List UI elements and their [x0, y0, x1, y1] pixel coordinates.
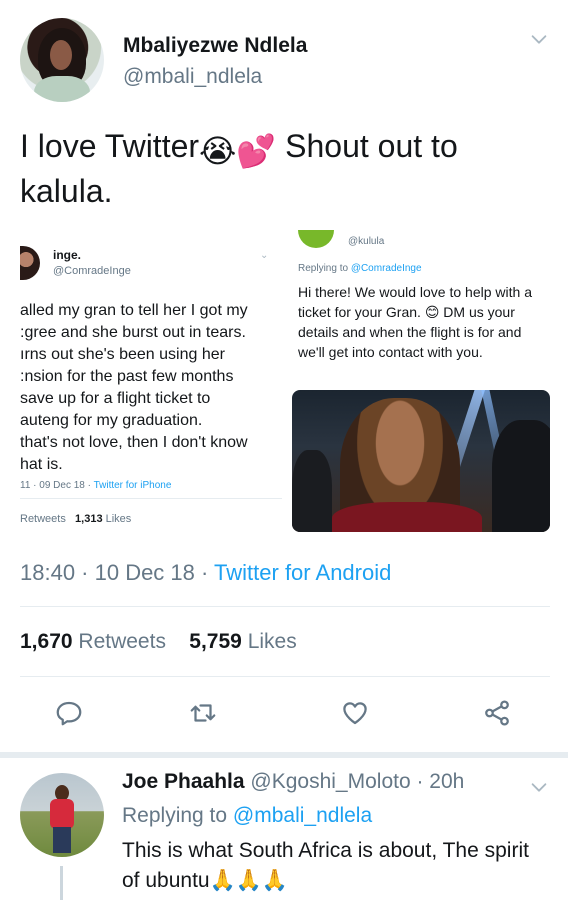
likes-stat[interactable]: 5,759 Likes [189, 630, 296, 653]
embedded-display-name: inge. [53, 248, 82, 262]
chevron-down-icon[interactable] [528, 28, 550, 50]
reply-avatar[interactable] [20, 773, 104, 857]
reaction-gif [292, 390, 550, 532]
tweet-timestamp: 18:40 · 10 Dec 18 · Twitter for Android [20, 560, 391, 586]
embedded-handle: @ComradeInge [53, 265, 131, 277]
display-name[interactable]: Mbaliyezwe Ndlela [123, 34, 307, 58]
section-divider [0, 752, 568, 758]
user-handle[interactable]: @mbali_ndlela [123, 65, 262, 89]
embedded-tweet-left: inge. @ComradeInge ⌄ alled my gran to te… [20, 230, 288, 542]
retweet-icon[interactable] [186, 696, 220, 730]
embedded-avatar [20, 246, 40, 280]
reply-replying-prefix: Replying to [122, 804, 233, 827]
kulula-handle: @kulula [348, 236, 385, 247]
thread-line [60, 866, 63, 900]
chevron-down-icon[interactable] [528, 776, 550, 798]
reply-handle-time: @Kgoshi_Moloto · 20h [244, 770, 465, 793]
divider [20, 606, 550, 607]
retweets-label: Retweets [78, 630, 166, 653]
likes-label: Likes [247, 630, 297, 653]
embedded-stats: Retweets 1,313 Likes [20, 513, 131, 525]
reply-replying-to: Replying to @mbali_ndlela [122, 804, 372, 828]
embedded-tweet-right: @kulula Replying to @ComradeInge Hi ther… [292, 230, 550, 542]
embedded-divider [20, 498, 282, 499]
reply-display-name[interactable]: Joe Phaahla [122, 770, 245, 793]
likes-count: 5,759 [189, 630, 242, 653]
attached-image[interactable]: inge. @ComradeInge ⌄ alled my gran to te… [20, 230, 550, 542]
embedded-tweet-text: alled my gran to tell her I got my :gree… [20, 302, 248, 473]
reply-replying-handle[interactable]: @mbali_ndlela [233, 804, 372, 827]
share-icon[interactable] [480, 696, 514, 730]
tweet-source-link[interactable]: Twitter for Android [214, 560, 391, 585]
kulula-replying-prefix: Replying to [298, 263, 351, 274]
embedded-likes-count: 1,313 [75, 513, 103, 525]
tweet-time: 18:40 · 10 Dec 18 · [20, 560, 215, 585]
embedded-meta-source: Twitter for iPhone [93, 480, 172, 491]
kulula-replying-handle: @ComradeInge [350, 263, 422, 274]
tweet-text: I love Twitter😭💕 Shout out to kalula. [20, 126, 550, 211]
reply-header: Joe Phaahla @Kgoshi_Moloto · 20h [122, 770, 464, 794]
hearts-emoji-icon: 💕 [236, 133, 277, 169]
kulula-avatar [298, 230, 334, 248]
tweet-text-before: I love Twitter [20, 128, 200, 164]
divider [20, 676, 550, 677]
kulula-replying-to: Replying to @ComradeInge [298, 263, 422, 274]
embedded-meta: 11 · 09 Dec 18 · Twitter for iPhone [20, 480, 171, 491]
kulula-reply-text: Hi there! We would love to help with a t… [298, 284, 532, 360]
embedded-retweets-label: Retweets [20, 513, 66, 525]
heart-icon[interactable] [338, 696, 372, 730]
avatar[interactable] [20, 18, 104, 102]
crying-emoji-icon: 😭 [199, 133, 237, 169]
reply-icon[interactable] [52, 696, 86, 730]
embedded-chevron-icon: ⌄ [260, 250, 269, 261]
embedded-meta-time: 11 · 09 Dec 18 · [20, 480, 94, 491]
reply-text: This is what South Africa is about, The … [122, 839, 529, 892]
embedded-likes-label: Likes [105, 513, 132, 525]
retweets-count: 1,670 [20, 630, 73, 653]
retweets-stat[interactable]: 1,670 Retweets [20, 630, 166, 653]
tweet-stats: 1,670 Retweets 5,759 Likes [20, 630, 297, 654]
